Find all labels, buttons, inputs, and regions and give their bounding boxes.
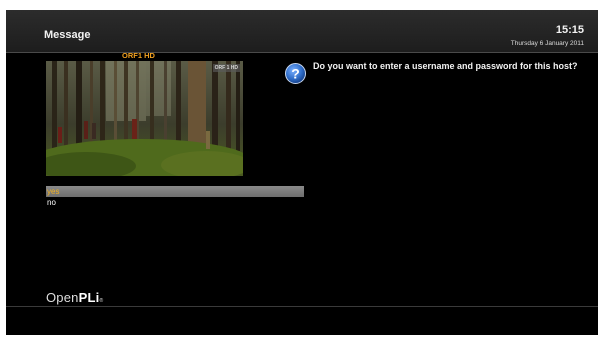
brand-trademark: ® bbox=[99, 298, 104, 304]
choice-item-no[interactable]: no bbox=[46, 197, 304, 208]
openpli-logo: OpenPLi® bbox=[46, 290, 103, 305]
clock-date: Thursday 6 January 2011 bbox=[510, 40, 584, 47]
brand-open: Open bbox=[46, 290, 79, 305]
window-title: Message bbox=[44, 29, 91, 41]
channel-logo: ORF 1 HD bbox=[212, 64, 240, 72]
question-icon: ? bbox=[285, 63, 306, 84]
svg-text:?: ? bbox=[291, 66, 300, 82]
footer-divider bbox=[6, 306, 598, 307]
brand-pli: PLi bbox=[78, 290, 100, 305]
forest-scene-image bbox=[46, 61, 243, 176]
choice-item-yes[interactable]: yes bbox=[46, 186, 304, 197]
header-bar: Message 15:15 Thursday 6 January 2011 bbox=[6, 10, 598, 52]
choice-list: yes no bbox=[46, 186, 304, 208]
header-divider bbox=[6, 52, 598, 53]
question-text: Do you want to enter a username and pass… bbox=[313, 61, 578, 71]
tv-preview-image: ORF 1 HD bbox=[46, 61, 243, 176]
clock-time: 15:15 bbox=[555, 24, 584, 36]
channel-name: ORF1 HD bbox=[122, 51, 155, 60]
tv-screen: Message 15:15 Thursday 6 January 2011 OR… bbox=[6, 10, 598, 335]
